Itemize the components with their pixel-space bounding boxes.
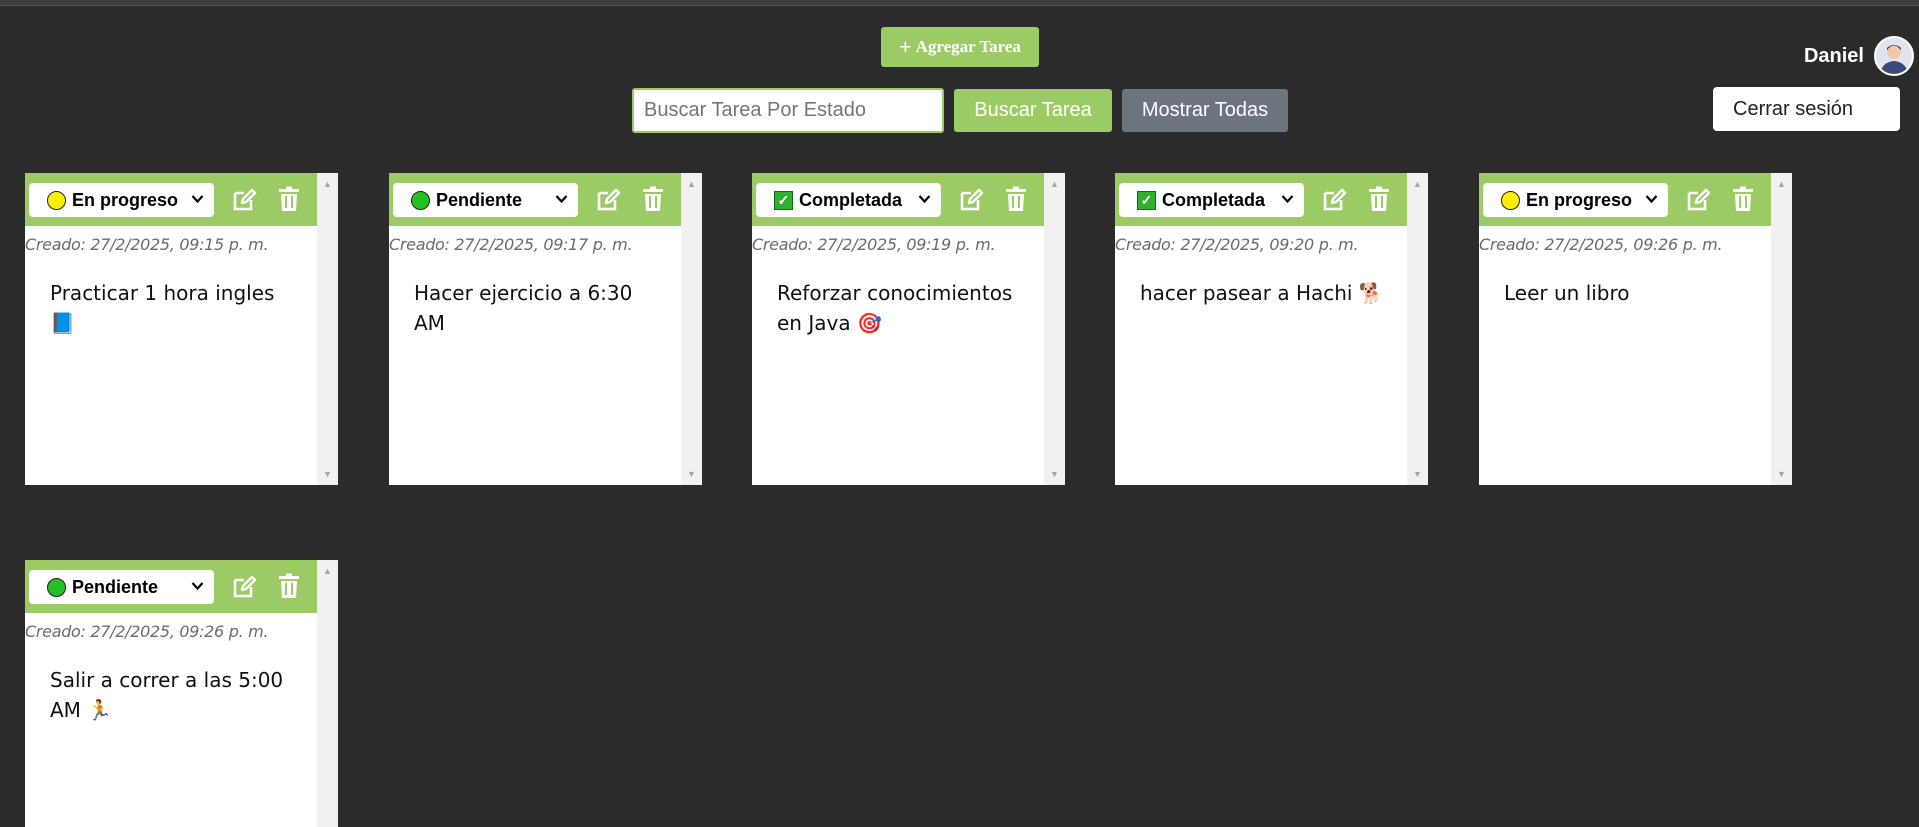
created-date: Creado: 27/2/2025, 09:15 p. m. [25, 235, 269, 254]
created-date: Creado: 27/2/2025, 09:20 p. m. [1115, 235, 1359, 254]
task-card-header: Pendiente [25, 560, 317, 613]
task-card: ✓ Completada [1115, 173, 1428, 485]
scroll-down-arrow-icon[interactable]: ▼ [1777, 469, 1786, 479]
trash-icon[interactable] [278, 573, 300, 599]
scroll-up-arrow-icon[interactable]: ▲ [1777, 179, 1786, 189]
status-label: En progreso [1526, 189, 1633, 210]
task-card-header: ✓ Completada [752, 173, 1044, 226]
status-label: Completada [1162, 189, 1266, 210]
scroll-down-arrow-icon[interactable]: ▼ [1050, 469, 1059, 479]
card-scrollbar[interactable]: ▲ ▼ [681, 173, 702, 485]
trash-icon[interactable] [642, 186, 664, 212]
logout-button[interactable]: Cerrar sesión [1713, 87, 1900, 131]
status-label: Pendiente [436, 189, 523, 210]
card-scrollbar[interactable]: ▲ ▼ [1771, 173, 1792, 485]
status-select[interactable]: ✓ Completada [756, 183, 941, 217]
user-avatar-icon [1876, 38, 1912, 74]
scroll-up-arrow-icon[interactable]: ▲ [1413, 179, 1422, 189]
check-box-icon: ✓ [1137, 190, 1156, 210]
status-select[interactable]: ✓ Completada [1119, 183, 1304, 217]
card-scrollbar[interactable]: ▲ ▼ [1044, 173, 1065, 485]
task-card-header: En progreso [25, 173, 317, 226]
yellow-circle-icon [1501, 190, 1520, 210]
created-date: Creado: 27/2/2025, 09:17 p. m. [389, 235, 633, 254]
chevron-down-icon [191, 578, 204, 597]
task-description: Reforzar conocimientos en Java 🎯 [777, 281, 1013, 335]
yellow-circle-icon [47, 190, 66, 210]
task-card: ✓ Completada [752, 173, 1065, 485]
scroll-down-arrow-icon[interactable]: ▼ [687, 469, 696, 479]
status-label: En progreso [72, 189, 179, 210]
user-name: Daniel [1803, 44, 1864, 67]
chevron-down-icon [918, 191, 931, 210]
edit-icon[interactable] [231, 574, 257, 600]
card-scrollbar[interactable]: ▲ ▼ [317, 560, 338, 827]
task-card-header: En progreso [1479, 173, 1771, 226]
plus-icon: + [899, 34, 912, 59]
task-description: hacer pasear a Hachi 🐕 [1140, 281, 1384, 305]
chevron-down-icon [1281, 191, 1294, 210]
chevron-down-icon [191, 191, 204, 210]
task-description: Practicar 1 hora ingles 📘 [50, 281, 275, 335]
avatar[interactable] [1874, 36, 1914, 76]
add-task-label: Agregar Tarea [915, 37, 1021, 56]
task-card: Pendiente [389, 173, 702, 485]
scroll-up-arrow-icon[interactable]: ▲ [687, 179, 696, 189]
status-select[interactable]: Pendiente [393, 183, 578, 217]
add-task-button[interactable]: + Agregar Tarea [881, 27, 1039, 67]
green-circle-icon [411, 190, 430, 210]
trash-icon[interactable] [1732, 186, 1754, 212]
scroll-up-arrow-icon[interactable]: ▲ [1050, 179, 1059, 189]
edit-icon[interactable] [231, 187, 257, 213]
green-circle-icon [47, 577, 66, 597]
created-date: Creado: 27/2/2025, 09:26 p. m. [1479, 235, 1723, 254]
window-top-bar [0, 0, 1919, 6]
scroll-down-arrow-icon[interactable]: ▼ [1413, 469, 1422, 479]
task-card-header: ✓ Completada [1115, 173, 1407, 226]
task-card: En progreso [1479, 173, 1792, 485]
task-card: En progreso [25, 173, 338, 485]
created-date: Creado: 27/2/2025, 09:19 p. m. [752, 235, 996, 254]
task-description: Leer un libro [1504, 281, 1630, 305]
status-label: Pendiente [72, 576, 159, 597]
card-scrollbar[interactable]: ▲ ▼ [1407, 173, 1428, 485]
search-status-input[interactable] [632, 88, 944, 133]
trash-icon[interactable] [1368, 186, 1390, 212]
task-card: Pendiente [25, 560, 338, 827]
created-date: Creado: 27/2/2025, 09:26 p. m. [25, 622, 269, 641]
edit-icon[interactable] [958, 187, 984, 213]
task-description: Hacer ejercicio a 6:30 AM [414, 281, 633, 335]
task-description: Salir a correr a las 5:00 AM 🏃 [50, 668, 284, 722]
trash-icon[interactable] [1005, 186, 1027, 212]
edit-icon[interactable] [1685, 187, 1711, 213]
status-select[interactable]: Pendiente [29, 570, 214, 604]
check-box-icon: ✓ [774, 190, 793, 210]
status-select[interactable]: En progreso [1483, 183, 1668, 217]
search-task-button[interactable]: Buscar Tarea [954, 89, 1112, 132]
chevron-down-icon [555, 191, 568, 210]
edit-icon[interactable] [595, 187, 621, 213]
status-select[interactable]: En progreso [29, 183, 214, 217]
status-label: Completada [799, 189, 903, 210]
scroll-down-arrow-icon[interactable]: ▼ [323, 469, 332, 479]
show-all-button[interactable]: Mostrar Todas [1122, 89, 1288, 132]
edit-icon[interactable] [1321, 187, 1347, 213]
task-card-header: Pendiente [389, 173, 681, 226]
user-menu[interactable]: Daniel [1752, 28, 1917, 84]
trash-icon[interactable] [278, 186, 300, 212]
scroll-up-arrow-icon[interactable]: ▲ [323, 566, 332, 576]
card-scrollbar[interactable]: ▲ ▼ [317, 173, 338, 485]
chevron-down-icon [1645, 191, 1658, 210]
scroll-up-arrow-icon[interactable]: ▲ [323, 179, 332, 189]
